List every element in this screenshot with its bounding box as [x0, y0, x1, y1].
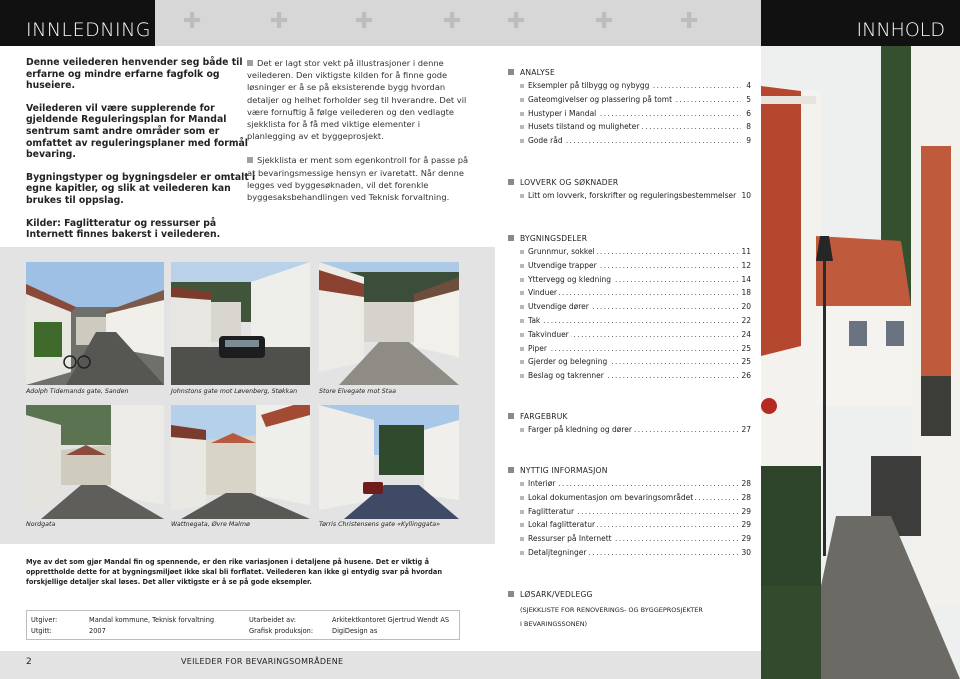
credit-value: 2007	[89, 627, 106, 635]
photo-caption: Store Elvegate mot Staa	[319, 388, 396, 395]
cross-ornament-icon: ✚	[183, 9, 202, 34]
cross-ornament-icon: ✚	[355, 9, 374, 34]
middle-text: Det er lagt stor vekt på illustrasjoner …	[247, 57, 469, 215]
decorative-header-band: ✚ ✚ ✚ ✚ ✚ ✚ ✚	[155, 0, 761, 46]
photo-caption: Tørris Christensens gate «Kyllinggata»	[319, 521, 440, 528]
intro-paragraph: Denne veilederen henvender seg både til …	[26, 57, 243, 92]
toc-section-title: ANALYSE	[508, 68, 751, 81]
bottom-note: Mye av det som gjør Mandal fin og spenne…	[26, 558, 443, 586]
toc-item[interactable]: Utvendige trapper.......................…	[508, 260, 751, 275]
credit-label: Utgiver:	[31, 616, 58, 624]
bullet-square-icon	[247, 157, 253, 164]
photo-caption: Johnstons gate mot Løvenberg, Støkkan	[171, 388, 298, 395]
toc-section-title: LØSARK/VEDLEGG	[508, 590, 751, 603]
street-photo	[26, 262, 164, 385]
section-title-innhold: INNHOLD	[761, 0, 960, 46]
photo-caption: Nordgata	[26, 521, 56, 528]
toc-section-fargebruk: FARGEBRUK Farger på kledning og dører...…	[508, 412, 751, 439]
bullet-square-icon	[247, 60, 253, 66]
toc-item[interactable]: Husets tilstand og muligheter...........…	[508, 122, 751, 136]
intro-text: Denne veilederen henvender seg både til …	[26, 57, 256, 252]
footer-title: VEILEDER FOR BEVARINGSOMRÅDENE	[181, 657, 344, 666]
toc-item[interactable]: Gjerder og belegning....................…	[508, 357, 751, 371]
credit-label: Utgitt:	[31, 627, 52, 635]
toc-item[interactable]: Grunnmur, sokkel........................…	[508, 247, 751, 261]
cross-ornament-icon: ✚	[595, 9, 614, 34]
toc-item[interactable]: Takvinduer..............................…	[508, 329, 751, 344]
intro-paragraph: Veilederen vil være supplerende for gjel…	[26, 102, 248, 161]
toc-item[interactable]: Litt om lovverk, forskrifter og reguleri…	[508, 191, 751, 205]
toc-section-subtitle: (SJEKKLISTE FOR RENOVERINGS- OG BYGGEPRO…	[520, 606, 703, 614]
cross-ornament-icon: ✚	[443, 9, 462, 34]
toc-item[interactable]: Gode råd................................…	[508, 136, 751, 150]
credit-label: Utarbeidet av:	[249, 616, 296, 624]
cross-ornament-icon: ✚	[680, 9, 699, 34]
toc-item[interactable]: Vinduer.................................…	[508, 288, 751, 302]
toc-section-losark: LØSARK/VEDLEGG (SJEKKLISTE FOR RENOVERIN…	[508, 590, 751, 631]
toc-section-nyttig: NYTTIG INFORMASJON Interiør.............…	[508, 466, 751, 562]
credit-value: Mandal kommune, Teknisk forvaltning	[89, 616, 215, 624]
section-title-innledning: INNLEDNING	[0, 0, 155, 46]
street-photo	[319, 405, 459, 519]
toc-section-bygningsdeler: BYGNINGSDELER Grunnmur, sokkel..........…	[508, 234, 751, 385]
toc-item[interactable]: Faglitteratur...........................…	[508, 506, 751, 521]
toc-item[interactable]: Ressurser på Internett..................…	[508, 534, 751, 548]
intro-paragraph: Kilder: Faglitteratur og ressurser på In…	[26, 217, 221, 241]
credits-box: Utgiver: Mandal kommune, Teknisk forvalt…	[26, 610, 460, 640]
cross-ornament-icon: ✚	[270, 9, 289, 34]
toc-item[interactable]: Lokal dokumentasjon om bevaringsområdet.…	[508, 492, 751, 507]
toc-item[interactable]: Beslag og takrenner.....................…	[508, 371, 751, 385]
alley-photo	[761, 46, 960, 679]
credit-label: Grafisk produksjon:	[249, 627, 314, 635]
toc-item[interactable]: Farger på kledning og dører.............…	[508, 425, 751, 439]
photo-caption: Wattnegata, Øvre Malmø	[171, 521, 250, 528]
toc-item[interactable]: Interiør................................…	[508, 479, 751, 493]
credit-value: Arkitektkontoret Gjertrud Wendt AS	[332, 616, 450, 624]
toc-item[interactable]: Tak.....................................…	[508, 315, 751, 330]
toc-item[interactable]: Piper...................................…	[508, 343, 751, 358]
toc-item[interactable]: Detaljtegninger.........................…	[508, 547, 751, 562]
street-photo	[171, 405, 310, 519]
page-number: 2	[26, 657, 32, 667]
toc-section-title: NYTTIG INFORMASJON	[508, 466, 751, 479]
page-footer: 2 VEILEDER FOR BEVARINGSOMRÅDENE	[0, 651, 761, 679]
toc-section-title: BYGNINGSDELER	[508, 234, 751, 247]
street-photo	[319, 262, 459, 385]
street-photo	[26, 405, 164, 519]
toc-section-subtitle: I BEVARINGSSONEN)	[520, 620, 588, 628]
middle-paragraph: Sjekklista er ment som egenkontroll for …	[247, 155, 469, 203]
photo-caption: Adolph Tidemands gate, Sanden	[26, 388, 129, 395]
cross-ornament-icon: ✚	[507, 9, 526, 34]
toc-item[interactable]: Hustyper i Mandal.......................…	[508, 108, 751, 123]
toc-section-title: FARGEBRUK	[508, 412, 751, 425]
credit-value: DigiDesign as	[332, 627, 378, 635]
toc-item[interactable]: Utvendige dører.........................…	[508, 302, 751, 316]
toc-item[interactable]: Lokal faglitteratur.....................…	[508, 520, 751, 534]
middle-paragraph: Det er lagt stor vekt på illustrasjoner …	[247, 58, 467, 142]
street-photo	[171, 262, 310, 385]
intro-paragraph: Bygningstyper og bygningsdeler er omtalt…	[26, 171, 256, 206]
toc-item[interactable]: Eksempler på tilbygg og nybygg..........…	[508, 81, 751, 95]
toc-item[interactable]: Yttervegg og kledning...................…	[508, 274, 751, 289]
toc-section-lovverk: LOVVERK OG SØKNADER Litt om lovverk, for…	[508, 178, 751, 205]
toc-item[interactable]: Gateomgivelser og plassering på tomt....…	[508, 94, 751, 109]
toc-section-analyse: ANALYSE Eksempler på tilbygg og nybygg..…	[508, 68, 751, 150]
toc-section-title: LOVVERK OG SØKNADER	[508, 178, 751, 191]
